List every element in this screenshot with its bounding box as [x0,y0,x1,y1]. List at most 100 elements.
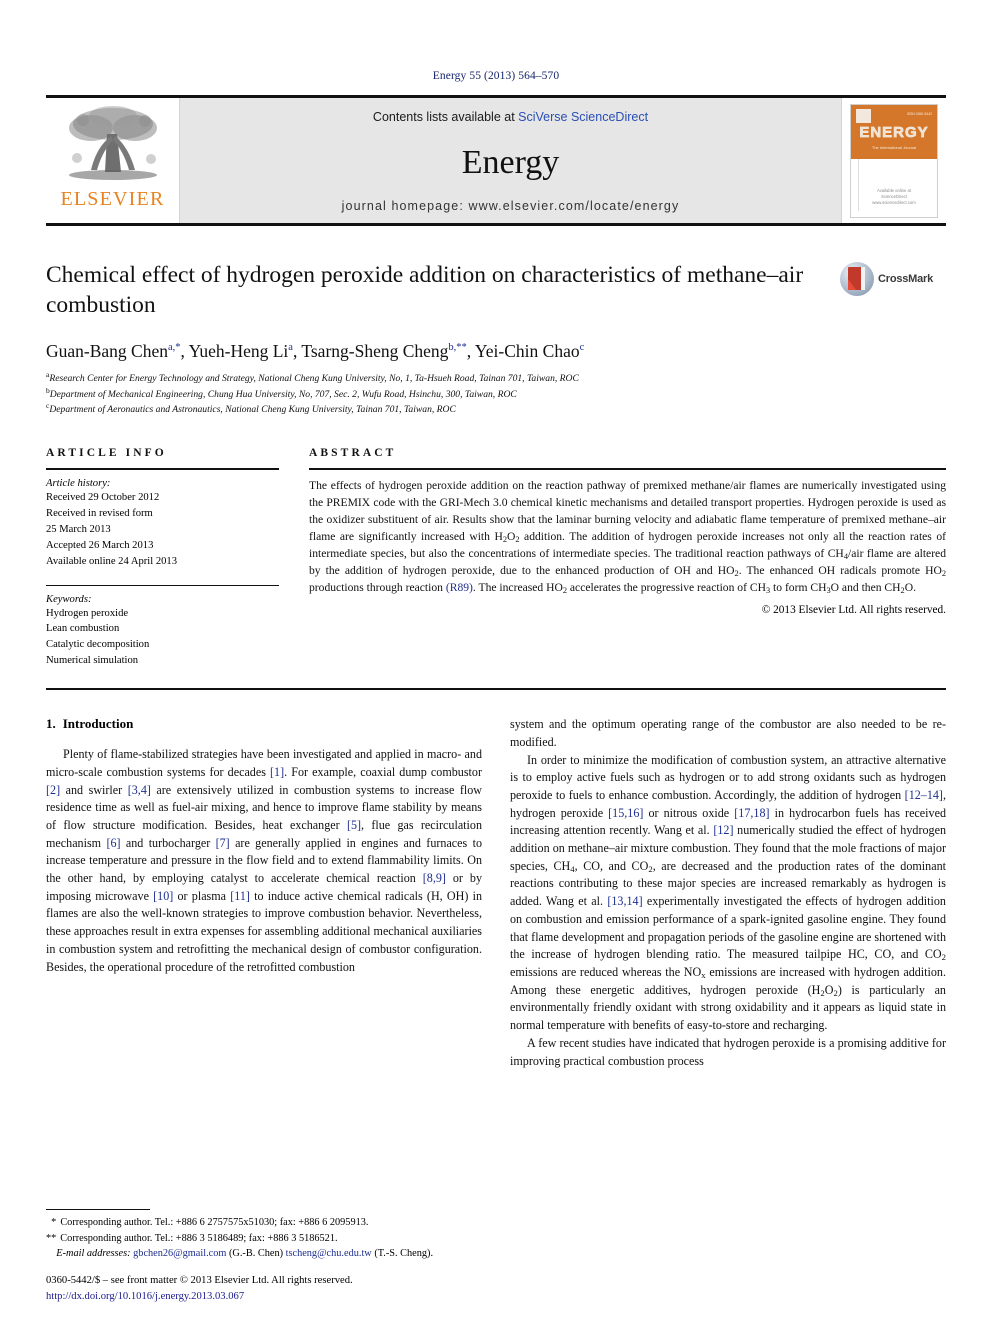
article-history-title: Article history: [46,478,111,490]
crossmark-label: CrossMark [878,273,934,285]
footnote-block: * Corresponding author. Tel.: +886 6 2757… [46,1209,482,1261]
cover-footer-line3: www.sciencedirect.com [872,200,916,206]
cover-logo-box [856,108,871,123]
citation-link[interactable]: [5] [347,818,361,832]
intro-paragraph-3: A few recent studies have indicated that… [510,1035,946,1068]
keywords-block: Keywords: Hydrogen peroxide Lean combust… [46,584,279,670]
citation-link[interactable]: [12–14] [905,788,943,802]
keyword-item: Numerical simulation [46,655,139,667]
history-item: Available online 24 April 2013 [46,555,178,567]
citation-link[interactable]: [12] [713,823,733,837]
right-column: system and the optimum operating range o… [510,716,946,1070]
title-block: Chemical effect of hydrogen peroxide add… [46,260,946,322]
affiliation-item: aResearch Center for Energy Technology a… [46,370,946,386]
footnote-mark: ** [46,1232,57,1244]
journal-cover-thumbnail: ISSN 0360-5442 ENERGY The International … [842,98,946,223]
author-marks: a,* [168,342,181,354]
keyword-item: Lean combustion [46,623,120,635]
email-link-1[interactable]: gbchen26@gmail.com [133,1248,226,1259]
citation-link[interactable]: [3,4] [128,783,151,797]
intro-paragraph-cont: system and the optimum operating range o… [510,717,946,749]
citation-link[interactable]: [15,16] [608,806,643,820]
journal-homepage[interactable]: journal homepage: www.elsevier.com/locat… [342,199,680,213]
para-seg: O [824,982,834,997]
masthead-center: Contents lists available at SciVerse Sci… [179,98,842,223]
author-list: Guan-Bang Chena,*, Yueh-Heng Lia, Tsarng… [46,341,585,361]
abstract-label: ABSTRACT [309,447,397,460]
reaction-link[interactable]: (R89) [446,581,473,594]
contents-available-line: Contents lists available at SciVerse Sci… [373,110,648,124]
para-seg: or plasma [173,888,231,903]
footnote-text: Corresponding author. Tel.: +886 6 27575… [60,1217,369,1229]
email-link-2[interactable]: tscheng@chu.edu.tw [286,1248,372,1259]
affiliation-text: Research Center for Energy Technology an… [49,372,579,384]
footnote-mark: * [51,1217,57,1229]
page-title: Chemical effect of hydrogen peroxide add… [46,262,804,319]
author-name: Yei-Chin Chao [474,341,580,361]
running-head: Energy 55 (2013) 564–570 [432,70,560,82]
cover-footer: Available online at ScienceDirect www.sc… [851,188,937,207]
citation-link[interactable]: [10] [153,889,173,903]
abstract-seg: . The enhanced OH radicals promote HO [738,563,942,577]
left-column: 1. Introduction Plenty of flame-stabilize… [46,716,482,1070]
footnote-text: Corresponding author. Tel.: +886 3 51864… [60,1232,338,1244]
elsevier-wordmark: ELSEVIER [60,188,165,210]
citation-link[interactable]: [17,18] [734,806,769,820]
para-seg: . For example, coaxial dump combustor [284,764,482,779]
body-columns: 1. Introduction Plenty of flame-stabilize… [46,716,946,1070]
affiliation-list: aResearch Center for Energy Technology a… [46,370,946,417]
abstract-seg: accelerates the progressive reaction of … [567,581,766,594]
sciencedirect-link[interactable]: SciVerse ScienceDirect [518,110,648,124]
article-info-column: ARTICLE INFO Article history: Received 2… [46,447,279,669]
affiliation-item: cDepartment of Aeronautics and Astronaut… [46,401,946,417]
citation-link[interactable]: [7] [216,836,230,850]
history-item: Accepted 26 March 2013 [46,539,154,551]
history-item: Received in revised form [46,508,153,520]
introduction-heading: 1. Introduction [46,716,482,732]
citation-link[interactable]: [2] [46,783,60,797]
elsevier-tree-icon [68,106,157,180]
author-name: Guan-Bang Chen [46,341,168,361]
para-sub: 2 [941,952,946,963]
para-seg: or nitrous oxide [643,805,735,820]
author-marks: b,** [448,342,467,354]
abstract-seg: productions through reaction [309,581,446,594]
contents-prefix: Contents lists available at [372,110,519,124]
intro-paragraph-2: In order to minimize the modification of… [510,752,946,1035]
history-item: Received 29 October 2012 [46,492,160,504]
abstract-sub: 2 [941,568,946,578]
cover-image: ISSN 0360-5442 ENERGY The International … [850,103,938,218]
section-title: Introduction [62,716,134,732]
para-seg: In order to minimize the modification of… [510,752,946,802]
affiliation-item: bDepartment of Mechanical Engineering, C… [46,386,946,402]
keyword-item: Catalytic decomposition [46,639,150,651]
elsevier-logo: ELSEVIER [46,98,179,223]
abstract-text: The effects of hydrogen peroxide additio… [309,478,946,597]
info-abstract-section: ARTICLE INFO Article history: Received 2… [46,447,946,669]
affiliation-text: Department of Mechanical Engineering, Ch… [49,388,517,400]
para-seg: emissions are reduced whereas the NO [510,965,702,979]
keywords-title: Keywords: [46,593,92,605]
email-owner-1: (G.-B. Chen) [228,1247,284,1259]
author-name: Yueh-Heng Li [188,341,289,361]
para-seg: and turbocharger [120,835,216,850]
paper-page: Energy 55 (2013) 564–570 ELSEVIER Conten… [0,0,992,1323]
para-seg: and swirler [60,782,128,797]
email-label: E-mail addresses: [56,1247,131,1259]
crossmark-icon [840,262,874,296]
citation-link[interactable]: [1] [270,765,284,779]
citation-link[interactable]: [13,14] [607,894,642,908]
affiliation-text: Department of Aeronautics and Astronauti… [49,404,456,416]
imprint-block: 0360-5442/$ – see front matter © 2013 El… [46,1273,546,1305]
citation-link[interactable]: [8,9] [423,871,446,885]
citation-link[interactable]: [6] [106,836,120,850]
cover-subtitle: The International Journal [871,144,917,150]
footnote-corresponding-2: ** Corresponding author. Tel.: +886 3 518… [46,1231,482,1246]
citation-link[interactable]: [11] [230,889,250,903]
abstract-column: ABSTRACT The effects of hydrogen peroxid… [309,447,946,669]
crossmark-badge[interactable]: CrossMark [840,262,944,296]
footnote-divider [46,1209,150,1211]
doi-link[interactable]: http://dx.doi.org/10.1016/j.energy.2013.… [46,1289,546,1305]
author-marks: a [288,342,293,354]
journal-title: Energy [461,143,560,181]
